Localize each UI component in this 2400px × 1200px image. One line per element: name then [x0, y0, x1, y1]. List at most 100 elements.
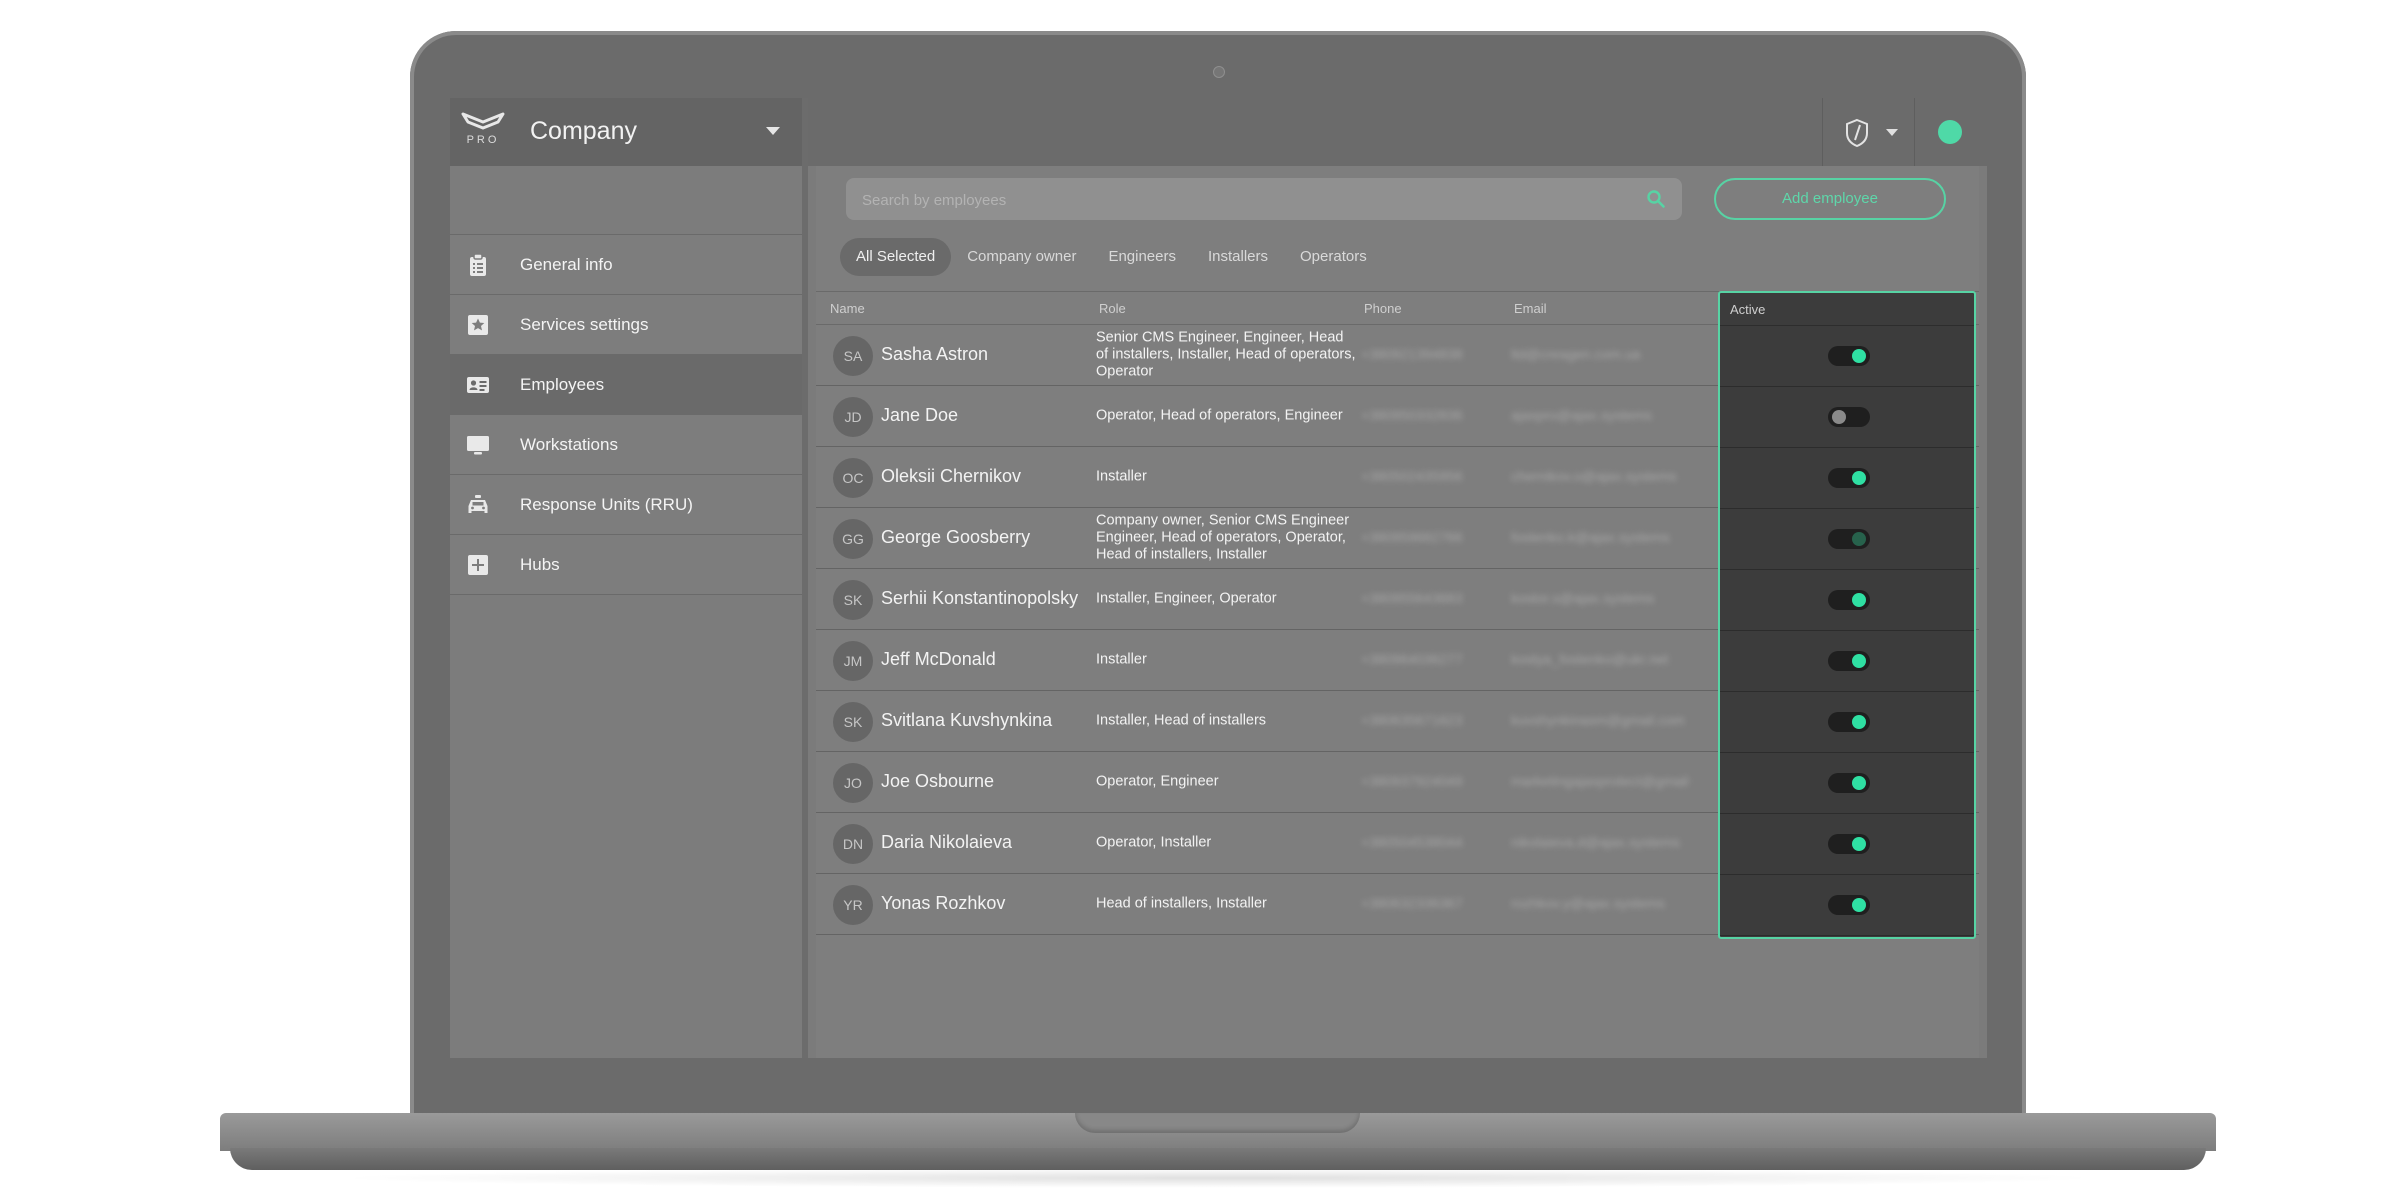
toggle-knob: [1852, 898, 1866, 912]
active-toggle[interactable]: [1828, 712, 1870, 732]
filter-operators[interactable]: Operators: [1284, 238, 1383, 276]
shield-icon[interactable]: [1844, 118, 1870, 148]
sidebar-item-label: Employees: [520, 375, 605, 394]
avatar: OC: [833, 458, 873, 498]
employee-phone: +380632336367: [1361, 895, 1463, 911]
avatar: JD: [833, 397, 873, 437]
employee-phone: +380950332836: [1361, 407, 1463, 423]
column-header-active[interactable]: Active: [1730, 302, 1765, 317]
avatar: JM: [833, 641, 873, 681]
sidebar-item-label: General info: [520, 255, 613, 274]
toggle-knob: [1852, 532, 1866, 546]
company-name: Company: [530, 117, 637, 145]
sidebar-item-hubs[interactable]: Hubs: [450, 534, 802, 595]
toggle-knob: [1852, 593, 1866, 607]
employee-phone: +380959682766: [1361, 529, 1463, 545]
avatar: DN: [833, 824, 873, 864]
active-cell: [1720, 326, 1974, 387]
employee-role: Installer, Engineer, Operator: [1096, 590, 1277, 607]
role-filters: All Selected Company owner Engineers Ins…: [840, 238, 1383, 276]
sidebar-item-label: Response Units (RRU): [520, 495, 693, 514]
active-cell: [1720, 814, 1974, 875]
active-toggle[interactable]: [1828, 590, 1870, 610]
search-input[interactable]: [860, 178, 1634, 222]
plus-box-icon: [466, 553, 490, 577]
filter-all-selected[interactable]: All Selected: [840, 238, 952, 276]
avatar: SK: [833, 580, 873, 620]
toggle-knob: [1832, 410, 1846, 424]
top-bar-divider: [1914, 98, 1915, 166]
chevron-down-icon[interactable]: [766, 127, 780, 135]
employee-role: Installer, Head of installers: [1096, 712, 1267, 729]
employee-role: Installer: [1096, 651, 1147, 668]
employee-name: Svitlana Kuvshynkina: [881, 710, 1053, 730]
employee-role: Operator, Head of operators, Engineer: [1096, 407, 1343, 424]
employee-name: Sasha Astron: [881, 344, 989, 364]
column-header-email[interactable]: Email: [1514, 301, 1547, 316]
active-toggle[interactable]: [1828, 895, 1870, 915]
filter-company-owner[interactable]: Company owner: [951, 238, 1092, 276]
laptop-notch: [1075, 1113, 1360, 1133]
active-toggle[interactable]: [1828, 468, 1870, 488]
chevron-down-icon[interactable]: [1886, 129, 1898, 136]
employee-email: ajaxpro@ajax.systems: [1511, 407, 1653, 423]
clipboard-icon: [466, 253, 490, 277]
employee-email: kostor.s@ajax.systems: [1511, 590, 1655, 606]
employee-email: fostenko.k@ajax.systems: [1511, 529, 1670, 545]
employee-role: Head of installers, Installer: [1096, 895, 1267, 912]
employee-email: marketingajaxprotect@gmail: [1511, 773, 1689, 789]
active-column: Active: [1718, 291, 1976, 939]
employees-panel: Add employee All Selected Company owner …: [816, 166, 1979, 1058]
toggle-knob: [1852, 654, 1866, 668]
employee-name: Oleksii Chernikov: [881, 466, 1022, 486]
active-toggle[interactable]: [1828, 346, 1870, 366]
filter-engineers[interactable]: Engineers: [1092, 238, 1192, 276]
avatar: JO: [833, 763, 873, 803]
employee-phone: +380504538044: [1361, 834, 1463, 850]
sidebar-menu: General info Services settings Employees…: [450, 234, 802, 595]
employee-phone: +380502435956: [1361, 468, 1463, 484]
active-toggle[interactable]: [1828, 529, 1870, 549]
employee-name: Jeff McDonald: [881, 649, 996, 669]
car-icon: [466, 493, 490, 517]
employee-role: Operator, Installer: [1096, 834, 1212, 851]
employee-email: kuvshynkinasm@gmail.com: [1511, 712, 1685, 728]
sidebar-item-workstations[interactable]: Workstations: [450, 414, 802, 474]
sidebar-item-label: Services settings: [520, 315, 649, 334]
column-header-phone[interactable]: Phone: [1364, 301, 1402, 316]
sidebar-divider: [802, 98, 808, 1058]
column-header-role[interactable]: Role: [1099, 301, 1126, 316]
toggle-knob: [1852, 776, 1866, 790]
filter-installers[interactable]: Installers: [1192, 238, 1284, 276]
employees-table: Name Role Phone Email SA Sasha Astron Seni…: [816, 291, 1979, 939]
avatar: YR: [833, 885, 873, 925]
sidebar-item-employees[interactable]: Employees: [450, 354, 802, 414]
column-header-name[interactable]: Name: [830, 301, 865, 316]
active-toggle[interactable]: [1828, 651, 1870, 671]
camera-icon: [1213, 66, 1225, 78]
active-toggle[interactable]: [1828, 834, 1870, 854]
sidebar-item-response-units[interactable]: Response Units (RRU): [450, 474, 802, 534]
avatar: SA: [833, 336, 873, 376]
search-icon[interactable]: [1646, 189, 1666, 209]
status-indicator[interactable]: [1938, 120, 1962, 144]
employee-phone: +380635671623: [1361, 712, 1463, 728]
company-selector[interactable]: PRO Company: [450, 98, 802, 166]
employee-phone: +380921394838: [1361, 346, 1463, 362]
active-cell: [1720, 387, 1974, 448]
active-cell: [1720, 570, 1974, 631]
laptop-base-bottom: [230, 1148, 2206, 1170]
toggle-knob: [1852, 349, 1866, 363]
sidebar-item-general-info[interactable]: General info: [450, 234, 802, 294]
active-toggle[interactable]: [1828, 407, 1870, 427]
id-card-icon: [466, 373, 490, 397]
add-employee-button[interactable]: Add employee: [1714, 178, 1946, 220]
employee-email: ltd@creagen.com.ua: [1511, 346, 1641, 362]
employee-role: Installer: [1096, 468, 1147, 485]
sidebar-item-services-settings[interactable]: Services settings: [450, 294, 802, 354]
active-cell: [1720, 631, 1974, 692]
employee-role: Operator, Engineer: [1096, 773, 1219, 790]
employee-phone: +380964036277: [1361, 651, 1463, 667]
active-cell: [1720, 753, 1974, 814]
active-toggle[interactable]: [1828, 773, 1870, 793]
